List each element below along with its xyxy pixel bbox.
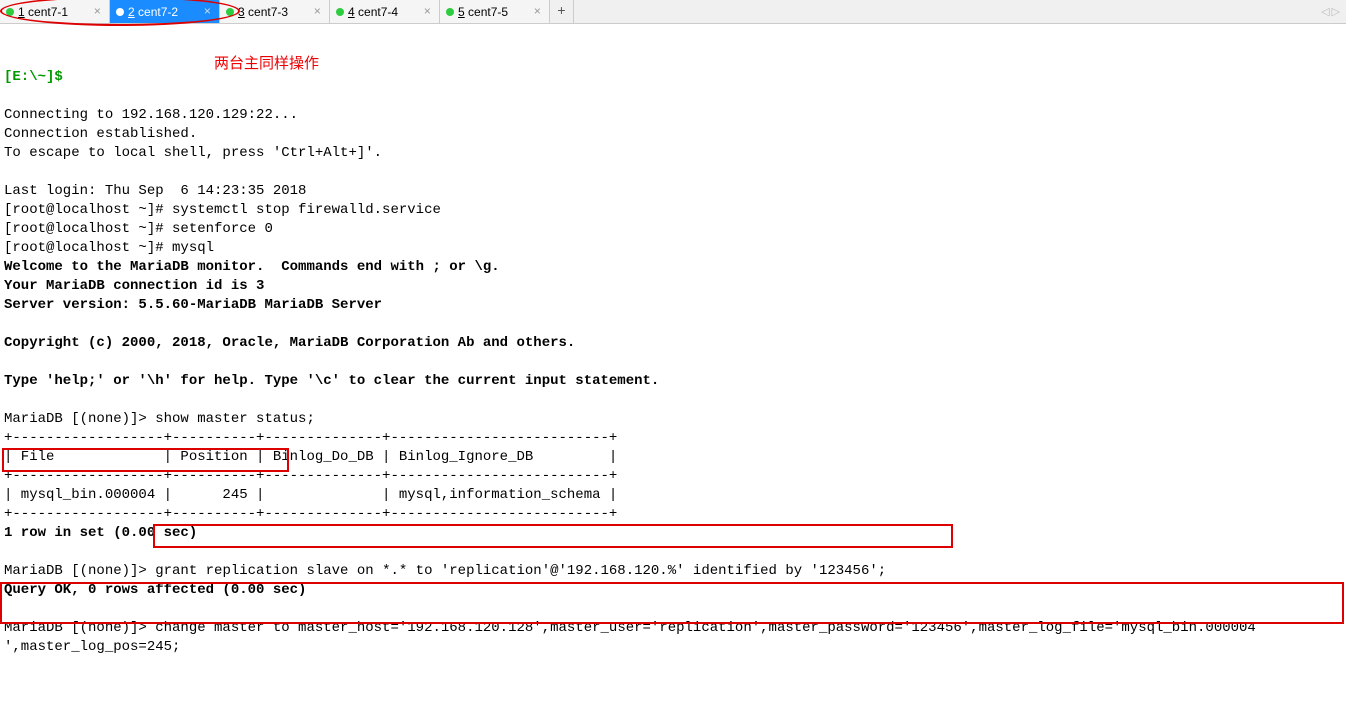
tab-label: 1 cent7-1 — [18, 5, 68, 19]
terminal-line: Type 'help;' or '\h' for help. Type '\c'… — [4, 373, 659, 389]
tab-cent7-3[interactable]: 3 cent7-3 × — [220, 0, 330, 23]
terminal-line: Server version: 5.5.60-MariaDB MariaDB S… — [4, 297, 382, 313]
add-tab-button[interactable]: + — [550, 0, 574, 23]
terminal-line: +------------------+----------+---------… — [4, 506, 617, 522]
tab-cent7-1[interactable]: 1 cent7-1 × — [0, 0, 110, 23]
nav-right-icon[interactable]: ▷ — [1332, 5, 1340, 19]
tab-label: 3 cent7-3 — [238, 5, 288, 19]
close-icon[interactable]: × — [312, 5, 323, 19]
tab-label: 4 cent7-4 — [348, 5, 398, 19]
status-dot-icon — [446, 8, 454, 16]
terminal-line: Your MariaDB connection id is 3 — [4, 278, 264, 294]
terminal-line: Last login: Thu Sep 6 14:23:35 2018 — [4, 183, 306, 199]
status-dot-icon — [336, 8, 344, 16]
terminal-line: Copyright (c) 2000, 2018, Oracle, MariaD… — [4, 335, 575, 351]
terminal-line: +------------------+----------+---------… — [4, 430, 617, 446]
terminal-line: | File | Position | Binlog_Do_DB | Binlo… — [4, 449, 617, 465]
terminal-line: Welcome to the MariaDB monitor. Commands… — [4, 259, 500, 275]
close-icon[interactable]: × — [532, 5, 543, 19]
terminal-line: Connection established. — [4, 126, 197, 142]
terminal-line: [root@localhost ~]# mysql — [4, 240, 214, 256]
close-icon[interactable]: × — [422, 5, 433, 19]
nav-left-icon[interactable]: ◁ — [1321, 5, 1329, 19]
terminal-line: MariaDB [(none)]> show master status; — [4, 411, 315, 427]
tab-label: 2 cent7-2 — [128, 5, 178, 19]
terminal-line: ',master_log_pos=245; — [4, 639, 180, 655]
tab-label: 5 cent7-5 — [458, 5, 508, 19]
tab-cent7-4[interactable]: 4 cent7-4 × — [330, 0, 440, 23]
tab-cent7-5[interactable]: 5 cent7-5 × — [440, 0, 550, 23]
terminal-line: +------------------+----------+---------… — [4, 468, 617, 484]
terminal-line: To escape to local shell, press 'Ctrl+Al… — [4, 145, 382, 161]
terminal-line: Connecting to 192.168.120.129:22... — [4, 107, 298, 123]
terminal-line: 1 row in set (0.00 sec) — [4, 525, 197, 541]
annotation-text: 两台主同样操作 — [214, 54, 319, 73]
terminal-line: MariaDB [(none)]> grant replication slav… — [4, 563, 886, 579]
terminal-line: MariaDB [(none)]> change master to maste… — [4, 620, 1256, 636]
terminal-output[interactable]: 两台主同样操作 [E:\~]$ Connecting to 192.168.12… — [0, 24, 1346, 716]
status-dot-icon — [116, 8, 124, 16]
tab-bar: 1 cent7-1 × 2 cent7-2 × 3 cent7-3 × 4 ce… — [0, 0, 1346, 24]
tab-nav: ◁ ▷ — [1321, 5, 1346, 19]
annotation-box-grant — [153, 524, 953, 548]
shell-prompt: [E:\~]$ — [4, 69, 63, 85]
status-dot-icon — [6, 8, 14, 16]
close-icon[interactable]: × — [202, 5, 213, 19]
tab-cent7-2[interactable]: 2 cent7-2 × — [110, 0, 220, 23]
terminal-line: [root@localhost ~]# setenforce 0 — [4, 221, 273, 237]
terminal-line: | mysql_bin.000004 | 245 | | mysql,infor… — [4, 487, 617, 503]
close-icon[interactable]: × — [92, 5, 103, 19]
terminal-line: Query OK, 0 rows affected (0.00 sec) — [4, 582, 306, 598]
status-dot-icon — [226, 8, 234, 16]
terminal-line: [root@localhost ~]# systemctl stop firew… — [4, 202, 441, 218]
